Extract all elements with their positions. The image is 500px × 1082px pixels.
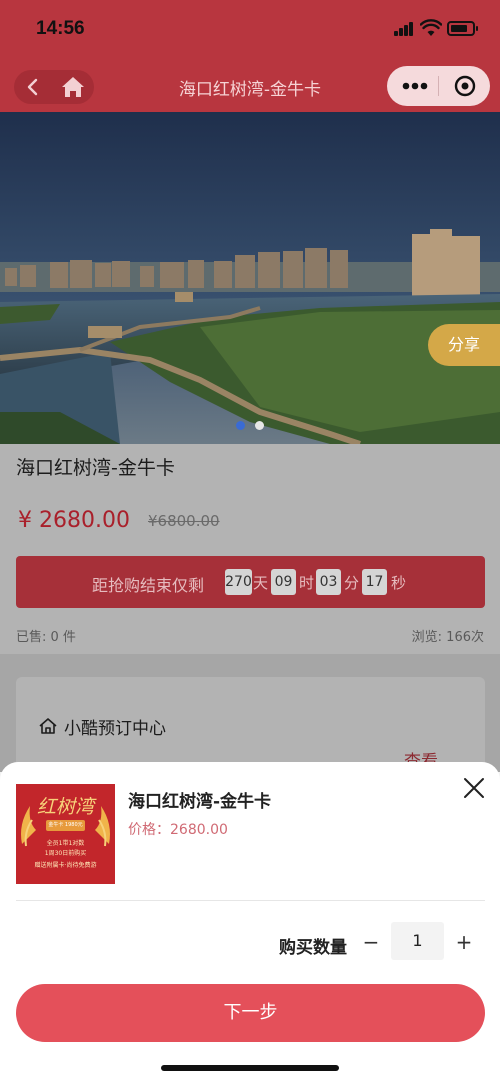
thumbnail-tag: 金牛卡 1980元 <box>48 822 83 828</box>
product-thumbnail: 红树湾 金牛卡 1980元 全员1带1对数 1周30日前购买 赠送附属卡·尚待免… <box>16 784 115 884</box>
countdown-banner: 距抢购结束仅剩 270 天 09 时 03 分 17 秒 <box>16 556 485 608</box>
view-count: 浏览: 166次 <box>411 630 484 645</box>
home-indicator <box>161 1065 339 1071</box>
product-price: ¥ 2680.00 <box>18 508 130 533</box>
carousel-dot-active[interactable] <box>236 421 245 430</box>
sheet-product-title: 海口红树湾-金牛卡 <box>128 792 272 812</box>
capsule-divider <box>438 76 439 96</box>
status-time: 14:56 <box>36 18 85 39</box>
sheet-divider <box>16 900 485 901</box>
section-gap <box>0 654 500 672</box>
hero-image[interactable] <box>0 112 500 444</box>
original-price: ¥6800.00 <box>148 512 220 530</box>
mangrove-bay-photo <box>0 112 500 444</box>
next-step-button[interactable]: 下一步 <box>16 984 485 1042</box>
countdown-seconds-unit: 秒 <box>391 574 407 592</box>
countdown-minutes-unit: 分 <box>344 574 360 592</box>
miniprogram-capsule <box>387 66 490 106</box>
quantity-decrease-button[interactable]: − <box>360 928 382 956</box>
quantity-input[interactable]: 1 <box>391 922 444 960</box>
battery-icon <box>447 21 478 36</box>
close-miniprogram-icon[interactable] <box>454 75 476 97</box>
thumbnail-line-3: 赠送附属卡·尚待免费游 <box>34 862 97 869</box>
purchase-sheet: 红树湾 金牛卡 1980元 全员1带1对数 1周30日前购买 赠送附属卡·尚待免… <box>0 762 500 1082</box>
countdown-seconds: 17 <box>362 569 387 595</box>
store-name: 小酷预订中心 <box>64 719 166 739</box>
countdown-days-unit: 天 <box>253 574 269 592</box>
carousel-dot[interactable] <box>255 421 264 430</box>
thumbnail-line-1: 全员1带1对数 <box>46 840 85 847</box>
thumbnail-line-2: 1周30日前购买 <box>44 850 87 857</box>
thumbnail-brand: 红树湾 <box>36 796 94 818</box>
navigation-bar: 海口红树湾-金牛卡 <box>0 58 500 112</box>
quantity-label: 购买数量 <box>279 938 347 958</box>
status-bar: 14:56 <box>0 0 500 58</box>
more-icon[interactable] <box>401 77 429 95</box>
countdown-days: 270 <box>225 569 252 595</box>
share-button[interactable]: 分享 <box>428 324 500 366</box>
quantity-increase-button[interactable]: + <box>452 928 476 956</box>
countdown-hours-unit: 时 <box>299 574 315 592</box>
wifi-icon <box>420 19 442 36</box>
countdown-minutes: 03 <box>316 569 341 595</box>
close-icon[interactable] <box>462 776 486 800</box>
product-title: 海口红树湾-金牛卡 <box>16 457 175 479</box>
cellular-signal-icon <box>394 22 414 36</box>
countdown-hours: 09 <box>271 569 296 595</box>
sold-count: 已售: 0 件 <box>16 630 76 645</box>
home-outline-icon <box>39 718 57 734</box>
countdown-label: 距抢购结束仅剩 <box>92 576 205 595</box>
sheet-product-price: 价格：2680.00 <box>128 822 228 838</box>
